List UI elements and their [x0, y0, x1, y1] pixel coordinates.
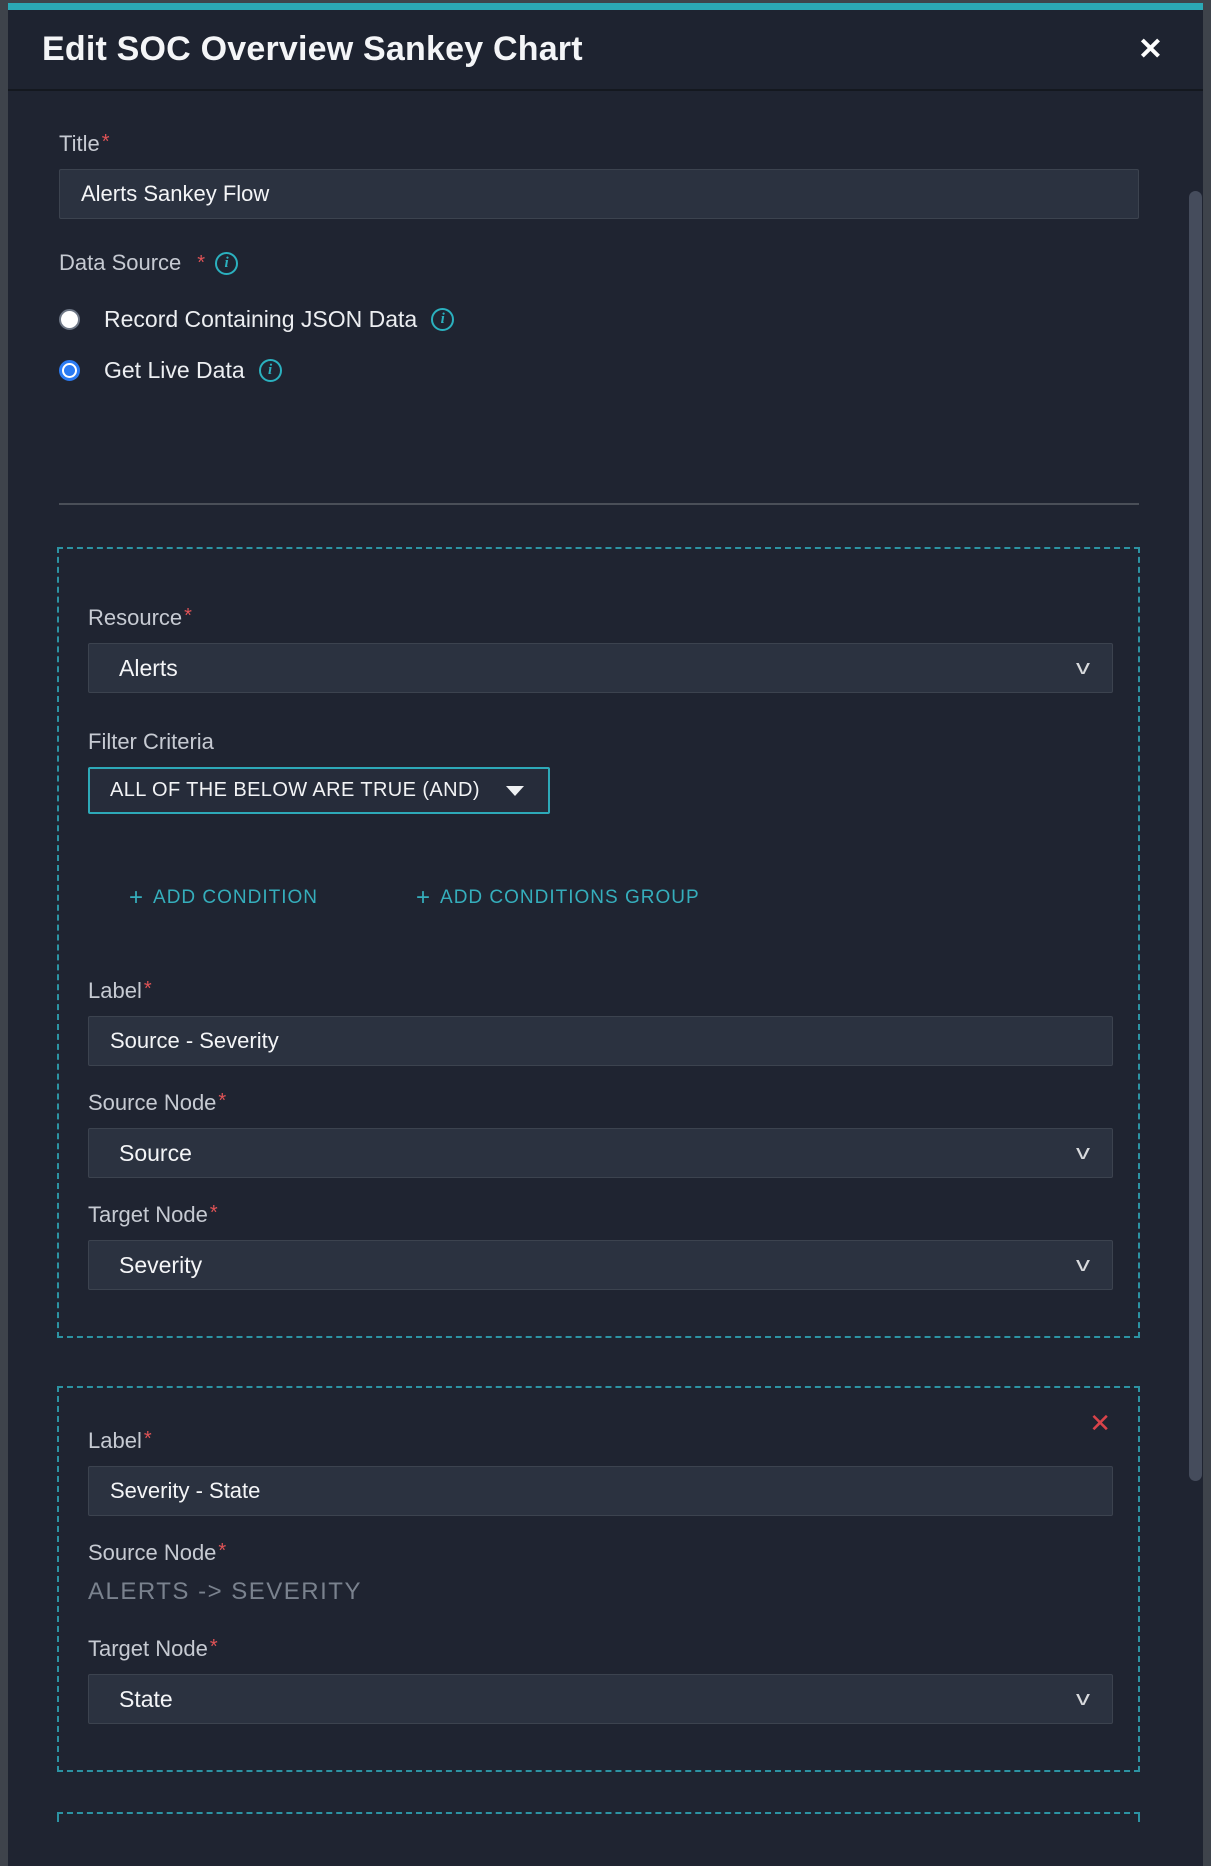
- info-icon[interactable]: i: [431, 308, 454, 331]
- source-node-select[interactable]: Source v: [88, 1128, 1113, 1178]
- scrollbar-thumb[interactable]: [1189, 191, 1202, 1481]
- radio-option-get-live-data[interactable]: Get Live Data i: [59, 357, 1145, 384]
- modal-title: Edit SOC Overview Sankey Chart: [42, 30, 583, 69]
- chevron-down-icon: v: [1076, 1688, 1090, 1711]
- target-node-select[interactable]: State v: [88, 1674, 1113, 1724]
- modal-header: Edit SOC Overview Sankey Chart ✕: [8, 10, 1203, 91]
- radio-option-record-json[interactable]: Record Containing JSON Data i: [59, 306, 1145, 333]
- data-source-label-row: Data Source * i: [59, 250, 1145, 276]
- resource-select[interactable]: Alerts v: [88, 643, 1113, 693]
- filter-criteria-select[interactable]: ALL OF THE BELOW ARE TRUE (AND): [88, 767, 550, 814]
- title-input[interactable]: [59, 169, 1139, 219]
- section-divider: [59, 503, 1139, 505]
- info-icon[interactable]: i: [259, 359, 282, 382]
- source-node-label: Source Node*: [88, 1540, 1110, 1566]
- target-node-select[interactable]: Severity v: [88, 1240, 1113, 1290]
- sankey-link-group-2: ✕ Label* Source Node* ALERTS -> SEVERITY…: [57, 1386, 1140, 1772]
- remove-group-icon[interactable]: ✕: [1089, 1410, 1111, 1436]
- close-icon[interactable]: ✕: [1134, 31, 1167, 69]
- add-condition-button[interactable]: + ADD CONDITION: [129, 884, 318, 912]
- modal-accent-bar: [8, 3, 1203, 10]
- sankey-link-group-3-partial: [57, 1812, 1140, 1822]
- radio-unselected-icon[interactable]: [59, 309, 80, 330]
- plus-icon: +: [416, 884, 431, 912]
- sankey-link-group-1: Resource* Alerts v Filter Criteria ALL O…: [57, 547, 1140, 1338]
- chevron-down-icon: v: [1076, 1254, 1090, 1277]
- label-input[interactable]: [88, 1466, 1113, 1516]
- label-input[interactable]: [88, 1016, 1113, 1066]
- required-asterisk: *: [102, 131, 110, 153]
- chevron-down-icon: v: [1076, 657, 1090, 680]
- filter-criteria-label: Filter Criteria: [88, 729, 1110, 755]
- filter-links-row: + ADD CONDITION + ADD CONDITIONS GROUP: [129, 884, 1110, 912]
- source-node-label: Source Node*: [88, 1090, 1110, 1116]
- plus-icon: +: [129, 884, 144, 912]
- modal-body: Title* Data Source * i Record Containing…: [8, 91, 1203, 1866]
- target-node-label: Target Node*: [88, 1202, 1110, 1228]
- required-asterisk: *: [197, 252, 205, 275]
- radio-label: Record Containing JSON Data: [104, 306, 417, 333]
- data-source-label: Data Source: [59, 250, 181, 276]
- add-conditions-group-button[interactable]: + ADD CONDITIONS GROUP: [416, 884, 700, 912]
- label-field-label: Label*: [88, 1428, 1110, 1454]
- edit-sankey-chart-modal: Edit SOC Overview Sankey Chart ✕ Title* …: [8, 3, 1203, 1866]
- source-node-static-value: ALERTS -> SEVERITY: [88, 1578, 1110, 1606]
- resource-label: Resource*: [88, 605, 1110, 631]
- target-node-label: Target Node*: [88, 1636, 1110, 1662]
- caret-down-icon: [506, 786, 524, 796]
- radio-selected-icon[interactable]: [59, 360, 80, 381]
- radio-label: Get Live Data: [104, 357, 245, 384]
- title-field-label: Title*: [59, 131, 1145, 157]
- label-field-label: Label*: [88, 978, 1110, 1004]
- info-icon[interactable]: i: [215, 252, 238, 275]
- chevron-down-icon: v: [1076, 1142, 1090, 1165]
